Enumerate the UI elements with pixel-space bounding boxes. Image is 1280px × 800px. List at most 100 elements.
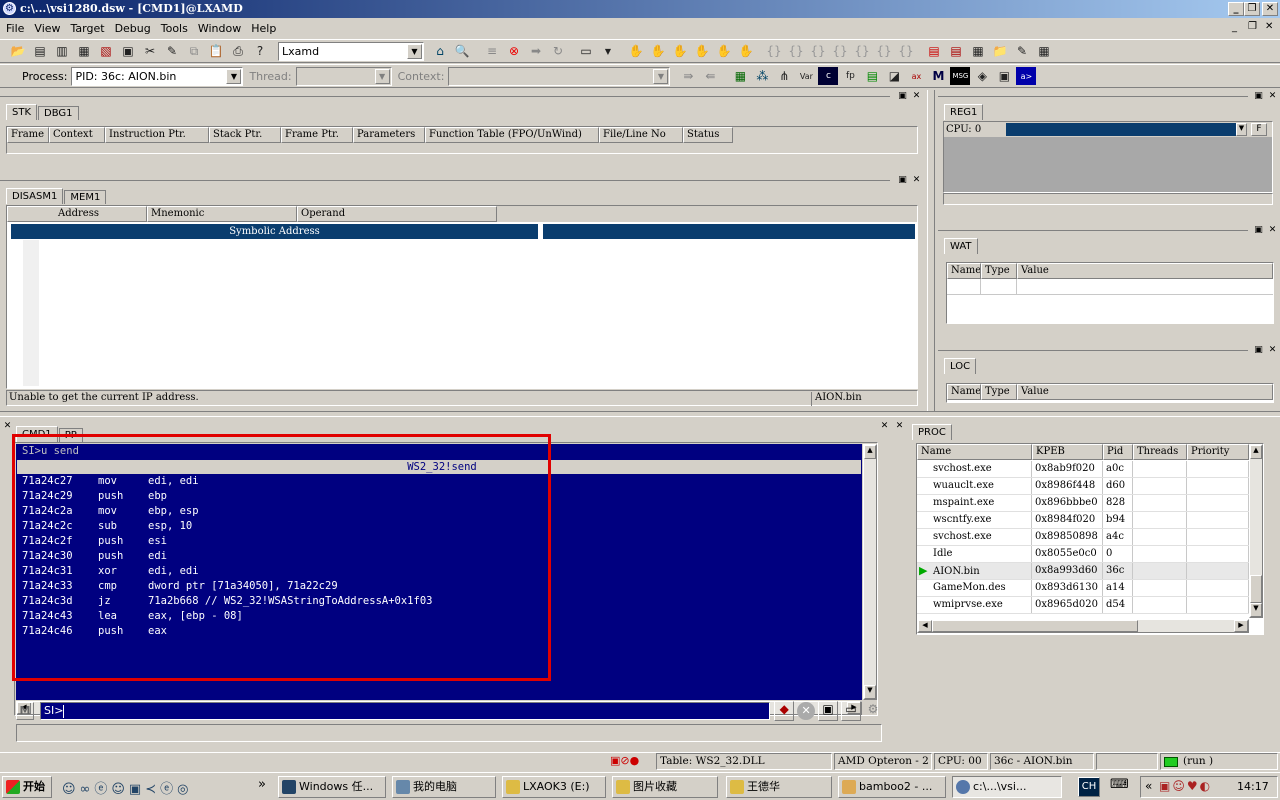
restart-icon[interactable]: ↻: [548, 42, 568, 60]
reg-float-button[interactable]: F: [1251, 123, 1267, 136]
command-icon[interactable]: a>: [1016, 67, 1037, 85]
back-icon[interactable]: ⇚: [700, 67, 720, 85]
forward-icon[interactable]: ⇛: [678, 67, 698, 85]
menu-window[interactable]: Window: [198, 22, 241, 35]
code-icon[interactable]: c: [818, 67, 839, 85]
search-icon[interactable]: 🔍: [452, 42, 472, 60]
scroll-up-icon[interactable]: ▲: [1250, 445, 1262, 459]
load-icon[interactable]: ▥: [52, 42, 72, 60]
m-icon[interactable]: M: [16, 702, 34, 720]
menu-target[interactable]: Target: [71, 22, 105, 35]
proc-row[interactable]: svchost.exe 0x8ab9f020 a0c: [917, 461, 1263, 478]
thread-combo[interactable]: ▼: [295, 66, 392, 86]
tab-mem1[interactable]: MEM1: [64, 190, 107, 204]
mdi-close-button[interactable]: ✕: [1265, 21, 1273, 32]
edit-icon[interactable]: ✎: [1012, 42, 1032, 60]
proc-row[interactable]: GameMon.des 0x893d6130 a14: [917, 580, 1263, 597]
settings-icon[interactable]: ⚙: [864, 702, 882, 720]
list-icon[interactable]: ≡: [482, 42, 502, 60]
proc-col-pid[interactable]: Pid: [1103, 444, 1133, 460]
col-instruction-ptr[interactable]: Instruction Ptr.: [105, 127, 209, 143]
trace-icon[interactable]: {}: [852, 42, 872, 60]
tab-stk[interactable]: STK: [6, 104, 38, 120]
memory-icon[interactable]: ▦: [968, 42, 988, 60]
col-mnemonic[interactable]: Mnemonic: [147, 206, 297, 222]
erase-icon[interactable]: ✎: [162, 42, 182, 60]
reg-dropdown-icon[interactable]: ▼: [1236, 123, 1247, 136]
stack-icon[interactable]: ▤: [862, 67, 882, 85]
scroll-thumb[interactable]: [1250, 575, 1262, 603]
print-icon[interactable]: ⎙: [228, 42, 248, 60]
proc-col-kpeb[interactable]: KPEB: [1032, 444, 1103, 460]
panel-restore-icon[interactable]: ▣: [897, 176, 908, 186]
mdi-restore-button[interactable]: ❐: [1248, 21, 1257, 32]
folder-icon[interactable]: 📁: [990, 42, 1010, 60]
proc-row[interactable]: Idle 0x8055e0c0 0: [917, 546, 1263, 563]
panel-restore-icon[interactable]: ▣: [897, 92, 908, 102]
hand-run-icon[interactable]: ✋: [736, 42, 756, 60]
menu-file[interactable]: File: [6, 22, 24, 35]
chevron-down-icon[interactable]: ▼: [226, 68, 242, 84]
loc-col-name[interactable]: Name: [947, 384, 981, 400]
trace-over-icon[interactable]: {}: [874, 42, 894, 60]
tree-icon[interactable]: ⋔: [774, 67, 794, 85]
breakpoint-list-icon[interactable]: ▤: [946, 42, 966, 60]
tab-dbg1[interactable]: DBG1: [38, 106, 79, 120]
cmd-input[interactable]: SI>: [39, 702, 771, 720]
panel-close-icon[interactable]: ✕: [1267, 92, 1278, 102]
save-workspace-icon[interactable]: ▤: [30, 42, 50, 60]
dropdown-icon[interactable]: ▼: [598, 42, 618, 60]
process-combo[interactable]: PID: 36c: AION.bin ▼: [71, 66, 244, 86]
table-icon[interactable]: ▦: [730, 67, 750, 85]
panel-restore-icon[interactable]: ▣: [1253, 92, 1264, 102]
reg-hscroll[interactable]: [943, 193, 1273, 205]
tray-expand-icon[interactable]: «: [1145, 779, 1152, 793]
connect-icon[interactable]: ⌂: [430, 42, 450, 60]
mdi-minimize-button[interactable]: _: [1232, 22, 1237, 33]
hand-over-icon[interactable]: ✋: [670, 42, 690, 60]
task-windows-manager[interactable]: Windows 任...: [278, 776, 386, 798]
col-address[interactable]: Address: [7, 206, 147, 222]
scroll-up-icon[interactable]: ▲: [864, 445, 876, 459]
window-icon[interactable]: ▭: [576, 42, 596, 60]
restore-button[interactable]: ❐: [1244, 2, 1260, 16]
step-into-icon[interactable]: {}: [764, 42, 784, 60]
proc-col-threads[interactable]: Threads: [1133, 444, 1187, 460]
save-icon[interactable]: ▦: [74, 42, 94, 60]
save-icon[interactable]: ▣: [818, 701, 839, 721]
monitor-icon[interactable]: ▭: [841, 701, 862, 721]
wat-col-value[interactable]: Value: [1017, 263, 1273, 279]
panel-close-icon[interactable]: ✕: [911, 92, 922, 102]
hand-stop-icon[interactable]: ✋: [692, 42, 712, 60]
panel-close-icon[interactable]: ✕: [879, 422, 890, 432]
run-to-icon[interactable]: {}: [830, 42, 850, 60]
wat-cell[interactable]: [947, 279, 981, 294]
panel-close-icon[interactable]: ✕: [1267, 226, 1278, 236]
quicklaunch-icons[interactable]: ☺∞ⓔ☺▣≺ⓔ◎: [62, 778, 192, 797]
eraser-icon[interactable]: ◆: [774, 701, 795, 721]
tab-reg1[interactable]: REG1: [944, 104, 984, 120]
vertical-splitter[interactable]: [927, 90, 935, 412]
col-function-table[interactable]: Function Table (FPO/UnWind): [425, 127, 599, 143]
stop-icon[interactable]: ⊗: [504, 42, 524, 60]
col-frame[interactable]: Frame: [7, 127, 49, 143]
col-status[interactable]: Status: [683, 127, 733, 143]
tag-icon[interactable]: ◈: [972, 67, 992, 85]
trace-out-icon[interactable]: {}: [896, 42, 916, 60]
col-context[interactable]: Context: [49, 127, 105, 143]
fp-icon[interactable]: fp: [840, 67, 860, 85]
step-out-icon[interactable]: {}: [808, 42, 828, 60]
proc-vscroll[interactable]: ▲ ▼: [1249, 444, 1263, 618]
msg-icon[interactable]: MSG: [950, 67, 971, 85]
hand-step-icon[interactable]: ✋: [648, 42, 668, 60]
minimize-button[interactable]: _: [1228, 2, 1244, 16]
chevron-down-icon[interactable]: ▼: [374, 68, 390, 84]
scroll-thumb[interactable]: [932, 620, 1138, 632]
cancel-icon[interactable]: ✕: [797, 702, 816, 720]
cut-icon[interactable]: ✂: [140, 42, 160, 60]
tab-proc[interactable]: PROC: [912, 424, 952, 440]
proc-row[interactable]: wscntfy.exe 0x8984f020 b94: [917, 512, 1263, 529]
panel-close-icon[interactable]: ✕: [894, 422, 905, 432]
tab-loc[interactable]: LOC: [944, 358, 977, 374]
tab-wat[interactable]: WAT: [944, 238, 978, 254]
